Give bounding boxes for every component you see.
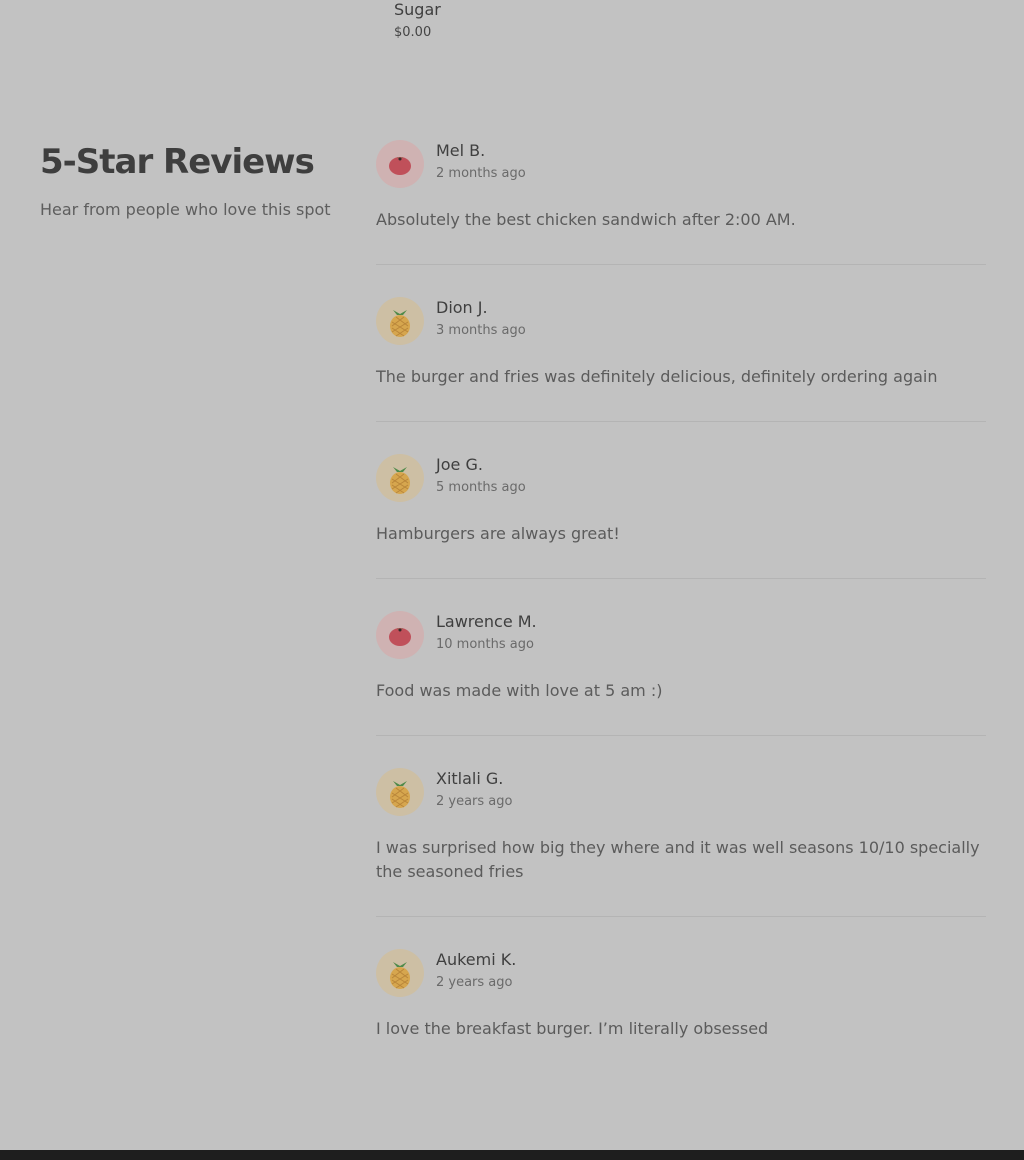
review-item: Dion J. 3 months ago The burger and frie… — [376, 297, 986, 422]
reviews-list: Mel B. 2 months ago Absolutely the best … — [376, 140, 986, 1105]
pineapple-icon — [376, 949, 424, 997]
reviewer-name: Xitlali G. — [436, 769, 504, 788]
tomato-icon — [376, 611, 424, 659]
review-date: 10 months ago — [436, 637, 534, 652]
review-item: Xitlali G. 2 years ago I was surprised h… — [376, 768, 986, 917]
reviewer-name: Joe G. — [436, 455, 483, 474]
review-date: 2 months ago — [436, 166, 526, 181]
review-date: 2 years ago — [436, 794, 513, 809]
review-text: The burger and fries was definitely deli… — [376, 367, 938, 386]
section-title: 5-Star Reviews — [40, 142, 315, 182]
reviewer-name: Aukemi K. — [436, 950, 517, 969]
reviewer-name: Dion J. — [436, 298, 488, 317]
review-date: 3 months ago — [436, 323, 526, 338]
review-text: Hamburgers are always great! — [376, 524, 620, 543]
pineapple-icon — [376, 297, 424, 345]
review-date: 2 years ago — [436, 975, 513, 990]
review-text: Absolutely the best chicken sandwich aft… — [376, 210, 796, 229]
menu-item-card[interactable]: Sugar $0.00 — [394, 0, 441, 40]
review-item: Aukemi K. 2 years ago I love the breakfa… — [376, 949, 986, 1073]
review-text: I love the breakfast burger. I’m literal… — [376, 1019, 769, 1038]
review-text: I was surprised how big they where and i… — [376, 838, 980, 881]
section-subtitle: Hear from people who love this spot — [40, 200, 331, 219]
tomato-icon — [376, 140, 424, 188]
menu-item-name: Sugar — [394, 0, 441, 19]
reviewer-name: Mel B. — [436, 141, 486, 160]
review-item: Lawrence M. 10 months ago Food was made … — [376, 611, 986, 736]
pineapple-icon — [376, 768, 424, 816]
menu-item-price: $0.00 — [394, 25, 432, 40]
review-text: Food was made with love at 5 am :) — [376, 681, 663, 700]
review-item: Joe G. 5 months ago Hamburgers are alway… — [376, 454, 986, 579]
review-item: Mel B. 2 months ago Absolutely the best … — [376, 140, 986, 265]
review-date: 5 months ago — [436, 480, 526, 495]
footer-bar — [0, 1150, 1024, 1160]
reviewer-name: Lawrence M. — [436, 612, 537, 631]
reviews-header: 5-Star Reviews Hear from people who love… — [40, 140, 340, 219]
pineapple-icon — [376, 454, 424, 502]
